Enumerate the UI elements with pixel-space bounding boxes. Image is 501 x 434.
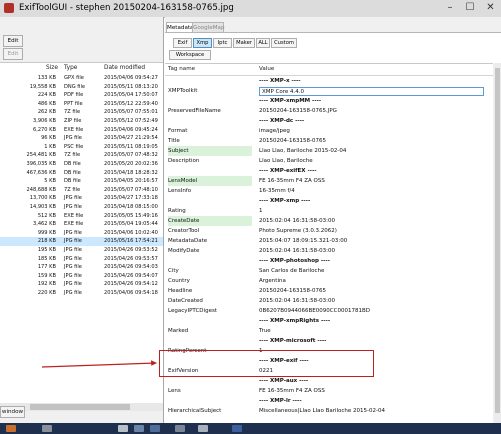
- taskbar-app-icon[interactable]: [6, 425, 16, 432]
- taskbar-app-icon[interactable]: [198, 425, 208, 432]
- taskbar-app-icon[interactable]: [175, 425, 185, 432]
- taskbar-app-icon[interactable]: [118, 425, 128, 432]
- taskbar: [0, 423, 501, 434]
- taskbar-app-icon[interactable]: [134, 425, 144, 432]
- taskbar-app-icon[interactable]: [42, 425, 52, 432]
- taskbar-app-icon[interactable]: [232, 425, 242, 432]
- annotation-highlight-box: [159, 350, 374, 377]
- taskbar-app-icon[interactable]: [150, 425, 160, 432]
